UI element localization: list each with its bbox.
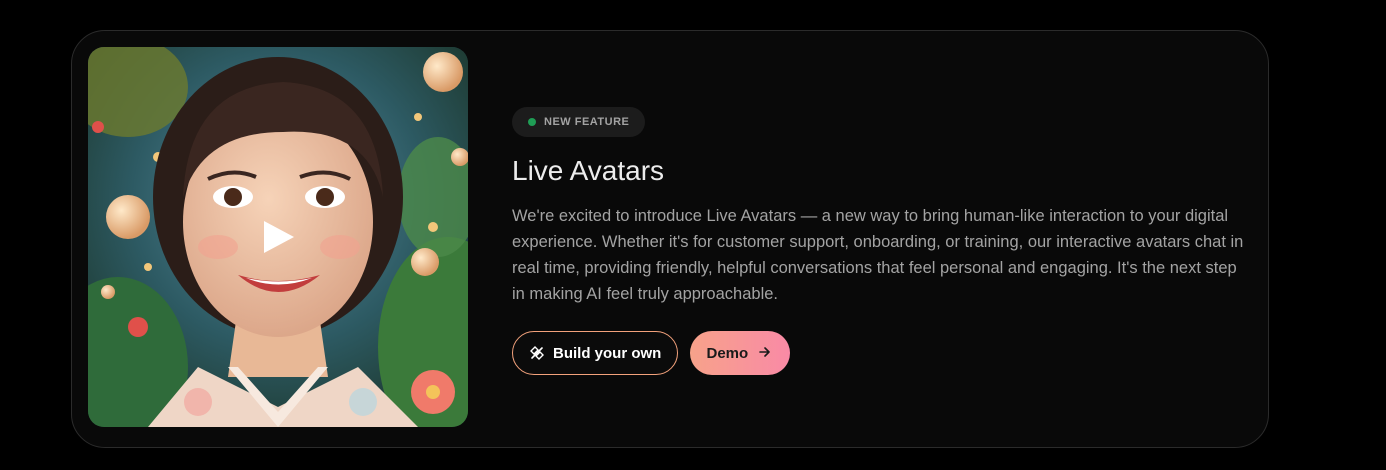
build-your-own-label: Build your own bbox=[553, 344, 662, 362]
build-your-own-button[interactable]: Build your own bbox=[512, 331, 679, 375]
avatar-video-thumbnail[interactable] bbox=[88, 47, 468, 427]
tools-icon bbox=[529, 345, 545, 361]
feature-description: We're excited to introduce Live Avatars … bbox=[512, 207, 1244, 303]
feature-content: NEW FEATURE Live Avatars We're excited t… bbox=[512, 107, 1252, 375]
demo-button[interactable]: Demo bbox=[690, 331, 791, 375]
feature-title: Live Avatars bbox=[512, 155, 665, 186]
play-icon[interactable] bbox=[260, 219, 296, 255]
feature-card: NEW FEATURE Live Avatars We're excited t… bbox=[71, 30, 1269, 448]
feature-actions: Build your own Demo bbox=[512, 331, 791, 375]
arrow-right-icon bbox=[758, 345, 774, 361]
new-feature-badge: NEW FEATURE bbox=[512, 107, 646, 137]
demo-label: Demo bbox=[706, 344, 749, 362]
badge-label: NEW FEATURE bbox=[544, 116, 630, 128]
status-dot-icon bbox=[528, 118, 536, 126]
